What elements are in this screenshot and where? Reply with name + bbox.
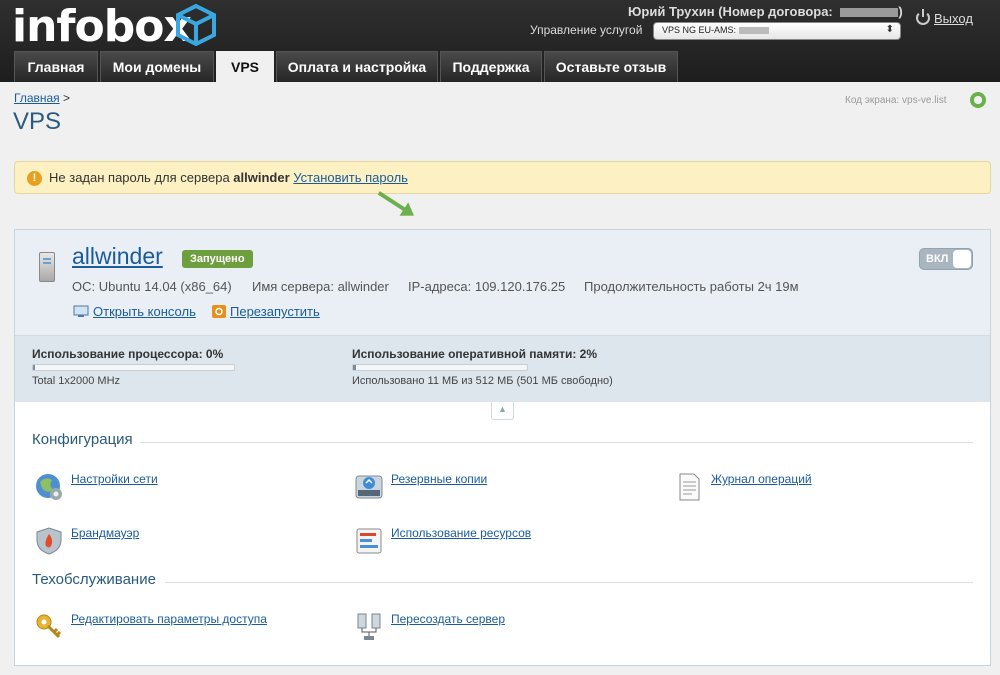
server-icon [39,252,55,282]
open-console-link[interactable]: Открыть консоль [93,304,196,319]
logout-button[interactable]: Выход [916,9,973,26]
breadcrumb-home[interactable]: Главная [14,91,60,105]
os-info: ОС: Ubuntu 14.04 (x86_64) [72,279,232,294]
tab-support[interactable]: Поддержка [440,51,542,82]
tab-my-domains[interactable]: Мои домены [100,51,214,82]
chevron-up-icon: ▲ [498,404,507,414]
config-section-title: Конфигурация [32,431,133,448]
restart-icon [212,305,226,318]
firewall-link[interactable]: Брандмауэр [71,526,139,540]
journal-link[interactable]: Журнал операций [711,472,812,486]
screen-code: Код экрана: vps-ve.list [845,95,947,106]
resource-usage-icon [356,528,382,554]
warning-icon: ! [27,171,42,186]
page-title: VPS [13,108,62,135]
services-label: Управление услугой [530,23,643,37]
recreate-server-icon [357,613,381,640]
tab-billing-settings[interactable]: Оплата и настройка [276,51,438,82]
access-key-icon [36,614,62,639]
annotation-arrow [377,191,409,213]
service-select[interactable]: VPS NG EU-AMS: ⬍ [653,22,901,40]
tab-vps[interactable]: VPS [216,51,274,82]
tab-home[interactable]: Главная [14,51,98,82]
power-icon [916,9,930,25]
contract-number-redacted [840,8,899,18]
restart-link[interactable]: Перезапустить [230,304,320,319]
set-password-link[interactable]: Установить пароль [293,170,408,185]
refresh-icon[interactable] [970,92,986,108]
cpu-note: Total 1x2000 MHz [32,375,121,387]
maintenance-section-title: Техобслуживание [32,571,156,588]
user-name: Юрий Трухин (Номер договора: ) [628,4,903,19]
cpu-usage-bar [32,364,235,371]
cpu-usage-fill [33,365,35,370]
logo[interactable]: infobox [12,1,192,52]
server-card: allwinder Запущено ВКЛ ОС: Ubuntu 14.04 … [14,229,991,666]
journal-icon [679,473,700,501]
ram-usage-bar [352,364,528,371]
uptime-info: Продолжительность работы 2ч 19м [584,279,799,294]
firewall-icon [36,527,62,555]
hostname-info: Имя сервера: allwinder [252,279,389,294]
logo-cube-icon [176,3,216,46]
usage-panel: Использование процессора: 0% Total 1x200… [15,336,990,402]
recreate-server-link[interactable]: Пересоздать сервер [391,612,505,626]
top-header: infobox Юрий Трухин (Номер договора: ) У… [0,0,1000,82]
ram-usage-fill [353,365,357,370]
network-settings-icon [36,474,62,500]
password-warning: ! Не задан пароль для сервера allwinder … [14,161,991,194]
console-icon [73,305,89,317]
ip-info: IP-адреса: 109.120.176.25 [408,279,566,294]
edit-access-link[interactable]: Редактировать параметры доступа [71,612,267,626]
collapse-toggle[interactable]: ▲ [491,402,514,420]
power-toggle[interactable]: ВКЛ [919,248,973,270]
warning-server-name: allwinder [233,170,290,185]
ram-usage-label: Использование оперативной памяти: 2% [352,347,598,361]
breadcrumb: Главная > [14,91,71,105]
server-name-link[interactable]: allwinder [72,243,163,270]
network-settings-link[interactable]: Настройки сети [71,472,158,486]
backups-icon [355,475,383,499]
status-badge: Запущено [182,250,253,268]
cpu-usage-label: Использование процессора: 0% [32,347,224,361]
select-arrows-icon: ⬍ [885,24,894,35]
ram-note: Использовано 11 МБ из 512 МБ (501 МБ сво… [352,375,613,387]
tab-feedback[interactable]: Оставьте отзыв [544,51,678,82]
backups-link[interactable]: Резервные копии [391,472,487,486]
resource-usage-link[interactable]: Использование ресурсов [391,526,531,540]
